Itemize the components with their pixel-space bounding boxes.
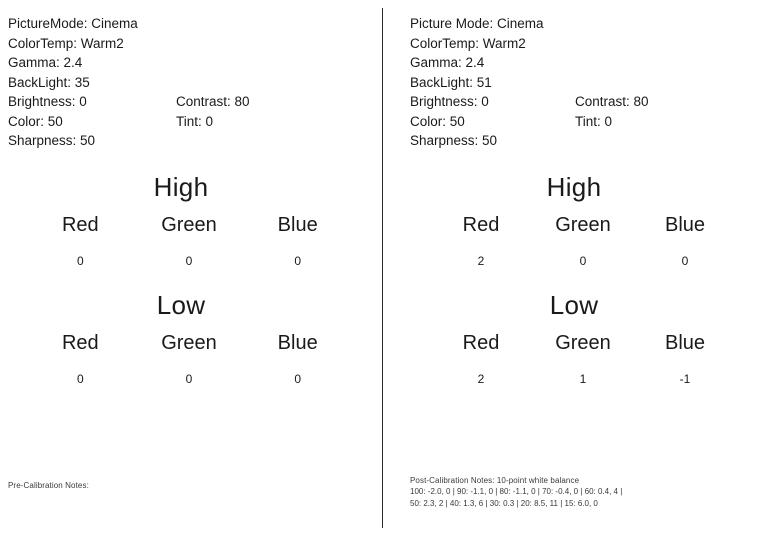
setting-sharpness: Sharpness: 50 [410,133,498,148]
settings-row: Gamma: 2.4 [410,53,764,73]
setting-gamma: Gamma: 2.4 [8,55,83,70]
settings-row: Gamma: 2.4 [8,53,382,73]
channel-red: Red 0 [26,213,135,269]
settings-row: Brightness: 0 Contrast: 80 [8,92,382,112]
notes-title: Pre-Calibration Notes: [8,480,89,490]
channel-value: 0 [76,371,84,386]
low-group-left: Low Red 0 Green 0 Blue 0 [8,289,382,387]
settings-row: Picture Mode: Cinema [410,14,764,34]
channel-blue: Blue -1 [634,331,736,387]
settings-row: Sharpness: 50 [8,131,382,151]
channel-value: 0 [185,371,193,386]
notes-title: Post-Calibration Notes: 10-point white b… [410,475,580,485]
settings-list-left: PictureMode: Cinema ColorTemp: Warm2 Gam… [8,14,382,151]
channel-value: 0 [185,253,193,268]
channel-label: Red [462,213,500,236]
channel-green: Green 1 [532,331,634,387]
settings-row: Brightness: 0 Contrast: 80 [410,92,764,112]
high-group-left: High Red 0 Green 0 Blue 0 [8,171,382,269]
channel-red: Red 2 [430,331,532,387]
channel-blue: Blue 0 [243,331,352,387]
channel-green: Green 0 [135,331,244,387]
pre-calibration-panel: PictureMode: Cinema ColorTemp: Warm2 Gam… [0,0,382,535]
setting-color-temp: ColorTemp: Warm2 [8,35,124,51]
setting-color-temp: ColorTemp: Warm2 [410,35,526,51]
settings-row: ColorTemp: Warm2 [8,34,382,54]
settings-list-right: Picture Mode: Cinema ColorTemp: Warm2 Ga… [410,14,764,151]
low-channels-left: Red 0 Green 0 Blue 0 [8,331,382,387]
channel-label: Green [161,331,217,354]
channel-value: -1 [679,371,691,386]
high-channels-right: Red 2 Green 0 Blue 0 [410,213,764,269]
settings-row: ColorTemp: Warm2 [410,34,764,54]
post-calibration-panel: Picture Mode: Cinema ColorTemp: Warm2 Ga… [382,0,764,535]
channel-blue: Blue 0 [634,213,736,269]
setting-tint: Tint: 0 [575,113,613,129]
low-group-title: Low [549,289,599,320]
settings-row: Color: 50 Tint: 0 [410,112,764,132]
channel-value: 0 [294,371,302,386]
settings-row: Sharpness: 50 [410,131,764,151]
calibration-comparison-page: PictureMode: Cinema ColorTemp: Warm2 Gam… [0,0,765,535]
high-group-title: High [153,171,209,202]
low-group-right: Low Red 2 Green 1 Blue -1 [410,289,764,387]
channel-label: Red [61,213,99,236]
channel-value: 2 [477,371,485,386]
channel-label: Blue [664,213,706,236]
setting-contrast: Contrast: 80 [575,94,649,109]
setting-color: Color: 50 [8,113,63,129]
setting-tint: Tint: 0 [176,113,214,129]
channel-label: Green [161,213,217,236]
channel-label: Blue [277,213,318,236]
settings-row: Color: 50 Tint: 0 [8,112,382,132]
setting-picture-mode: PictureMode: Cinema [8,16,138,31]
panel-divider [382,8,383,528]
channel-value: 0 [76,253,84,268]
settings-row: BackLight: 51 [410,73,764,93]
high-channels-left: Red 0 Green 0 Blue 0 [8,213,382,269]
pre-calibration-notes: Pre-Calibration Notes: [8,480,89,492]
channel-green: Green 0 [532,213,634,269]
setting-brightness: Brightness: 0 [410,94,489,109]
setting-backlight: BackLight: 51 [410,74,492,90]
channel-value: 2 [477,253,485,268]
channel-value: 0 [681,253,689,268]
setting-backlight: BackLight: 35 [8,74,90,90]
channel-value: 1 [579,371,587,386]
notes-data-row: 100: -2.0, 0 | 90: -1.1, 0 | 80: -1.1, 0… [410,487,623,496]
channel-label: Red [61,331,99,354]
setting-brightness: Brightness: 0 [8,94,87,109]
low-group-title: Low [156,289,206,320]
post-calibration-notes: Post-Calibration Notes: 10-point white b… [410,475,622,510]
high-group-title: High [546,171,602,202]
channel-label: Green [555,331,611,354]
setting-gamma: Gamma: 2.4 [410,55,485,70]
channel-value: 0 [294,253,302,268]
setting-color: Color: 50 [410,113,465,129]
channel-red: Red 0 [26,331,135,387]
notes-data-row: 50: 2.3, 2 | 40: 1.3, 6 | 30: 0.3 | 20: … [410,498,598,508]
channel-blue: Blue 0 [243,213,352,269]
low-channels-right: Red 2 Green 1 Blue -1 [410,331,764,387]
channel-red: Red 2 [430,213,532,269]
channel-label: Green [555,213,611,236]
high-group-right: High Red 2 Green 0 Blue 0 [410,171,764,269]
setting-sharpness: Sharpness: 50 [8,133,96,148]
channel-label: Blue [664,331,706,354]
channel-label: Red [462,331,500,354]
settings-row: PictureMode: Cinema [8,14,382,34]
channel-green: Green 0 [135,213,244,269]
channel-value: 0 [579,253,587,268]
setting-contrast: Contrast: 80 [176,94,250,109]
channel-label: Blue [277,331,318,354]
settings-row: BackLight: 35 [8,73,382,93]
setting-picture-mode: Picture Mode: Cinema [410,16,544,31]
